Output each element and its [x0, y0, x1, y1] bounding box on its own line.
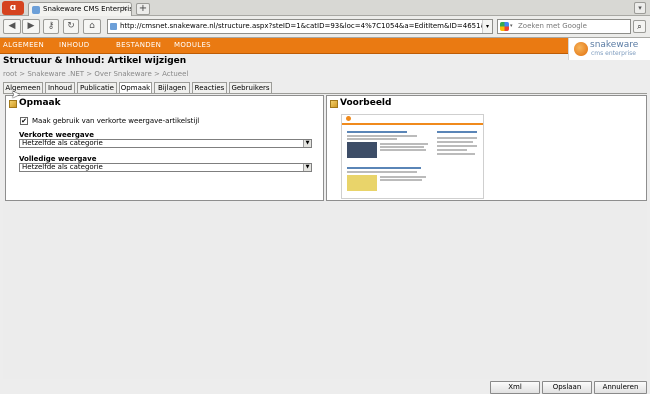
home-icon[interactable]: ⌂	[83, 19, 101, 34]
menu-inhoud[interactable]: INHOUD	[59, 38, 89, 53]
firefox-menu-button[interactable]: ɑ	[2, 1, 24, 15]
back-button[interactable]: ◀	[3, 19, 21, 34]
forward-button[interactable]: ▶	[22, 19, 40, 34]
menu-modules[interactable]: MODULES	[174, 38, 211, 53]
logo-subtitle: cms enterprise	[591, 50, 636, 57]
search-engine-dropdown-icon[interactable]: ▾	[510, 20, 513, 33]
google-icon	[500, 22, 509, 31]
content-area: Opmaak ✔ Maak gebruik van verkorte weerg…	[3, 94, 647, 379]
mouse-cursor-icon: ➤	[11, 88, 21, 101]
search-placeholder: Zoeken met Google	[518, 22, 587, 30]
chevron-down-icon[interactable]: ▼	[303, 140, 311, 147]
voorbeeld-panel: Voorbeeld	[326, 95, 647, 201]
opmaak-panel-icon	[9, 100, 17, 108]
new-tab-button[interactable]: +	[136, 3, 150, 15]
site-identity-icon	[110, 23, 117, 30]
address-bar[interactable]: http://cmsnet.snakeware.nl/structure.asp…	[107, 19, 493, 34]
url-dropdown-icon[interactable]: ▾	[482, 20, 492, 33]
annuleren-button[interactable]: Annuleren	[594, 381, 647, 394]
opmaak-panel: Opmaak ✔ Maak gebruik van verkorte weerg…	[5, 95, 324, 201]
app-menu-bar: ALGEMEEN INHOUD BESTANDEN MODULES	[0, 38, 650, 54]
browser-tab[interactable]: Snakeware CMS Enterpris... ✕	[28, 2, 132, 16]
voorbeeld-title: Voorbeeld	[340, 98, 392, 108]
navigation-toolbar: ◀ ▶ ⚷ ↻ ⌂ http://cmsnet.snakeware.nl/str…	[0, 16, 650, 38]
preview-thumbnail	[341, 114, 484, 199]
url-text: http://cmsnet.snakeware.nl/structure.asp…	[120, 22, 492, 30]
xml-button[interactable]: Xml	[490, 381, 540, 394]
checkbox-label: Maak gebruik van verkorte weergave-artik…	[32, 117, 200, 125]
verkorte-weergave-select[interactable]: Hetzelfde als categorie ▼	[19, 139, 312, 148]
volledige-weergave-label: Volledige weergave	[19, 155, 97, 163]
verkorte-stijl-checkbox[interactable]: ✔	[20, 117, 28, 125]
search-input[interactable]: ▾ Zoeken met Google	[497, 19, 631, 34]
opslaan-button[interactable]: Opslaan	[542, 381, 592, 394]
reload-icon[interactable]: ↻	[63, 19, 79, 34]
breadcrumb: root > Snakeware .NET > Over Snakeware >…	[3, 70, 189, 78]
tab-list-icon[interactable]: ▾	[634, 2, 646, 14]
magnifier-icon[interactable]: ⌕	[633, 20, 646, 33]
verkorte-weergave-value: Hetzelfde als categorie	[22, 139, 103, 147]
browser-tab-title: Snakeware CMS Enterpris...	[43, 5, 132, 13]
volledige-weergave-value: Hetzelfde als categorie	[22, 163, 103, 171]
chevron-down-icon[interactable]: ▼	[303, 164, 311, 171]
page-title: Structuur & Inhoud: Artikel wijzigen	[3, 56, 187, 66]
snakeware-logo: snakeware cms enterprise	[568, 38, 650, 60]
volledige-weergave-select[interactable]: Hetzelfde als categorie ▼	[19, 163, 312, 172]
close-tab-icon[interactable]: ✕	[122, 3, 128, 15]
logo-name: snakeware	[590, 40, 639, 50]
menu-bestanden[interactable]: BESTANDEN	[116, 38, 161, 53]
snakeware-logo-icon	[574, 42, 588, 56]
key-icon[interactable]: ⚷	[43, 19, 59, 34]
opmaak-title: Opmaak	[19, 98, 61, 108]
site-favicon-icon	[32, 6, 40, 14]
menu-algemeen[interactable]: ALGEMEEN	[3, 38, 44, 53]
verkorte-weergave-label: Verkorte weergave	[19, 131, 94, 139]
browser-tab-bar: ɑ Snakeware CMS Enterpris... ✕ + ▾	[0, 0, 650, 16]
voorbeeld-panel-icon	[330, 100, 338, 108]
